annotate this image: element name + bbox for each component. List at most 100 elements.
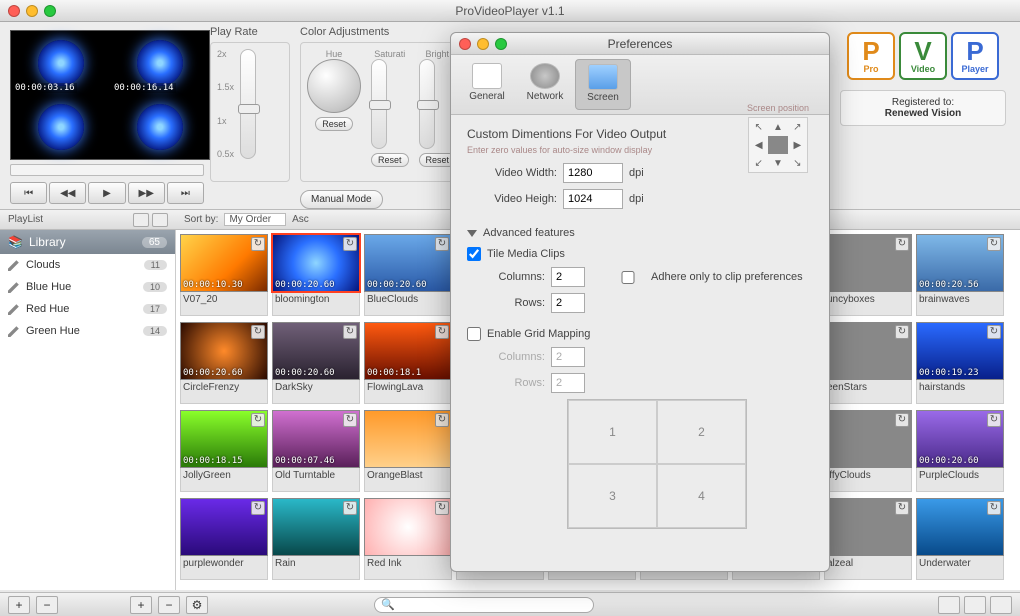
video-height-label: Video Heigh: xyxy=(467,193,557,205)
loop-icon[interactable]: ↻ xyxy=(435,325,449,339)
scrub-bar[interactable] xyxy=(10,164,204,176)
sat-reset-button[interactable]: Reset xyxy=(371,153,409,167)
sidebar-item-blue-hue[interactable]: Blue Hue10 xyxy=(0,276,175,298)
grid-mapping-checkbox[interactable] xyxy=(467,327,481,341)
clip-DarkSky[interactable]: ↻00:00:20.60DarkSky xyxy=(272,322,360,408)
playlist-label: PlayList xyxy=(8,214,43,225)
clip-OrangeBlast[interactable]: ↻OrangeBlast xyxy=(364,410,452,496)
screen-position-picker[interactable]: ↖▲↗ ◀▶ ↙▼↘ xyxy=(748,117,808,173)
transport-btn-0[interactable]: ⏮ xyxy=(10,182,47,204)
clip-Rain[interactable]: ↻Rain xyxy=(272,498,360,584)
saturation-slider[interactable] xyxy=(371,59,387,149)
tab-network[interactable]: Network xyxy=(517,59,573,110)
clip-eenStars[interactable]: ↻eenStars xyxy=(824,322,912,408)
sidebar-item-red-hue[interactable]: Red Hue17 xyxy=(0,298,175,320)
loop-icon[interactable]: ↻ xyxy=(987,325,1001,339)
clip-BlueClouds[interactable]: ↻00:00:20.60BlueClouds xyxy=(364,234,452,320)
loop-icon[interactable]: ↻ xyxy=(251,237,265,251)
loop-icon[interactable]: ↻ xyxy=(895,237,909,251)
loop-icon[interactable]: ↻ xyxy=(895,413,909,427)
clip-purplewonder[interactable]: ↻purplewonder xyxy=(180,498,268,584)
loop-icon[interactable]: ↻ xyxy=(895,325,909,339)
remove-playlist-button[interactable]: − xyxy=(36,596,58,614)
advanced-disclosure[interactable]: Advanced features xyxy=(467,227,813,239)
loop-icon[interactable]: ↻ xyxy=(343,237,357,251)
grid-map-preview[interactable]: 1 2 3 4 xyxy=(567,399,747,529)
clip-uncyboxes[interactable]: ↻uncyboxes xyxy=(824,234,912,320)
list-view-icon[interactable] xyxy=(133,213,149,227)
clip-Red Ink[interactable]: ↻Red Ink xyxy=(364,498,452,584)
adhere-label: Adhere only to clip preferences xyxy=(651,271,803,283)
window-title: ProVideoPlayer v1.1 xyxy=(0,4,1020,18)
tile-rows-input[interactable] xyxy=(551,293,585,313)
video-preview[interactable]: 00:00:03.16 00:00:16.14 xyxy=(10,30,210,160)
clip-iffyClouds[interactable]: ↻iffyClouds xyxy=(824,410,912,496)
tile-columns-input[interactable] xyxy=(551,267,585,287)
clip-FlowingLava[interactable]: ↻00:00:18.1FlowingLava xyxy=(364,322,452,408)
footer-btn-a[interactable] xyxy=(938,596,960,614)
loop-icon[interactable]: ↻ xyxy=(987,413,1001,427)
loop-icon[interactable]: ↻ xyxy=(343,325,357,339)
add-playlist-button[interactable]: + xyxy=(8,596,30,614)
loop-icon[interactable]: ↻ xyxy=(251,325,265,339)
clip-brainwaves[interactable]: ↻00:00:20.56brainwaves xyxy=(916,234,1004,320)
playrate-slider[interactable] xyxy=(240,49,256,159)
sidebar-item-clouds[interactable]: Clouds11 xyxy=(0,254,175,276)
sidebar-library[interactable]: 📚Library 65 xyxy=(0,230,175,254)
tab-general[interactable]: General xyxy=(459,59,515,110)
loop-icon[interactable]: ↻ xyxy=(343,413,357,427)
hue-dial[interactable] xyxy=(307,59,361,113)
remove-clip-button[interactable]: − xyxy=(158,596,180,614)
search-input[interactable]: 🔍 xyxy=(374,597,594,613)
grid-columns-input xyxy=(551,347,585,367)
hue-reset-button[interactable]: Reset xyxy=(315,117,353,131)
sort-order-dropdown[interactable]: My Order xyxy=(224,213,286,226)
tile-media-checkbox[interactable] xyxy=(467,247,481,261)
coloradj-title: Color Adjustments xyxy=(300,26,463,38)
registered-name: Renewed Vision xyxy=(847,108,999,119)
loop-icon[interactable]: ↻ xyxy=(987,237,1001,251)
video-width-input[interactable] xyxy=(563,163,623,183)
search-icon: 🔍 xyxy=(381,598,395,611)
video-height-input[interactable] xyxy=(563,189,623,209)
add-clip-button[interactable]: + xyxy=(130,596,152,614)
clip-bloomington[interactable]: ↻00:00:20.60bloomington xyxy=(272,234,360,320)
main-titlebar: ProVideoPlayer v1.1 xyxy=(0,0,1020,22)
footer-btn-b[interactable] xyxy=(964,596,986,614)
clip-Underwater[interactable]: ↻Underwater xyxy=(916,498,1004,584)
coloradj-panel: Color Adjustments Hue Reset Saturati Res… xyxy=(300,26,463,209)
loop-icon[interactable]: ↻ xyxy=(435,413,449,427)
brightness-slider[interactable] xyxy=(419,59,435,149)
sort-asc-button[interactable]: Asc xyxy=(292,214,309,225)
logo-2: PPlayer xyxy=(951,32,999,80)
clip-V07_20[interactable]: ↻00:00:10.30V07_20 xyxy=(180,234,268,320)
footer-btn-c[interactable] xyxy=(990,596,1012,614)
loop-icon[interactable]: ↻ xyxy=(895,501,909,515)
loop-icon[interactable]: ↻ xyxy=(251,413,265,427)
loop-icon[interactable]: ↻ xyxy=(435,237,449,251)
loop-icon[interactable]: ↻ xyxy=(251,501,265,515)
loop-icon[interactable]: ↻ xyxy=(435,501,449,515)
tab-screen[interactable]: Screen xyxy=(575,59,631,110)
pen-icon xyxy=(8,303,20,315)
action-button[interactable]: ⚙ xyxy=(186,596,208,614)
clip-Old Turntable[interactable]: ↻00:00:07.46Old Turntable xyxy=(272,410,360,496)
transport-btn-1[interactable]: ◀◀ xyxy=(49,182,86,204)
transport-btn-3[interactable]: ▶▶ xyxy=(128,182,165,204)
video-width-label: Video Width: xyxy=(467,167,557,179)
sidebar-item-green-hue[interactable]: Green Hue14 xyxy=(0,320,175,342)
clip-PurpleClouds[interactable]: ↻00:00:20.60PurpleClouds xyxy=(916,410,1004,496)
clip-hairstands[interactable]: ↻00:00:19.23hairstands xyxy=(916,322,1004,408)
manual-mode-button[interactable]: Manual Mode xyxy=(300,190,383,209)
transport-btn-2[interactable]: ▶ xyxy=(88,182,125,204)
prefs-title: Preferences xyxy=(451,37,829,51)
library-icon: 📚 xyxy=(8,235,23,249)
grid-view-icon[interactable] xyxy=(152,213,168,227)
adhere-checkbox[interactable] xyxy=(611,271,645,284)
loop-icon[interactable]: ↻ xyxy=(987,501,1001,515)
loop-icon[interactable]: ↻ xyxy=(343,501,357,515)
transport-btn-4[interactable]: ⏭ xyxy=(167,182,204,204)
clip-CircleFrenzy[interactable]: ↻00:00:20.60CircleFrenzy xyxy=(180,322,268,408)
clip-JollyGreen[interactable]: ↻00:00:18.15JollyGreen xyxy=(180,410,268,496)
clip-alzeal[interactable]: ↻alzeal xyxy=(824,498,912,584)
